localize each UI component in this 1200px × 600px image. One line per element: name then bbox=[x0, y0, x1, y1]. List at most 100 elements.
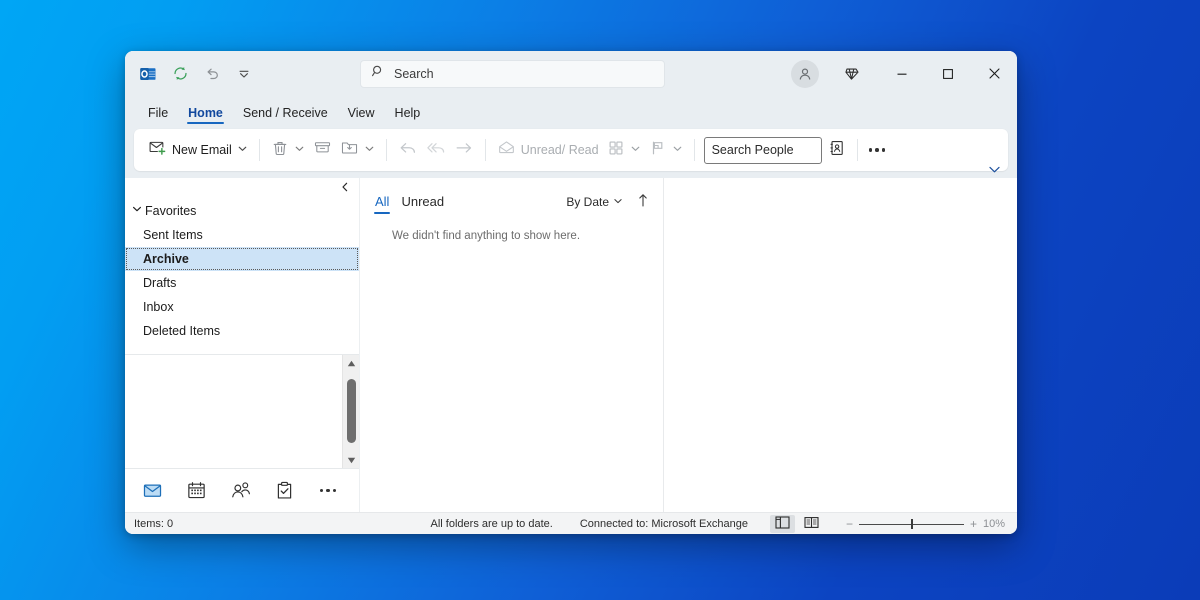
normal-view-button[interactable] bbox=[769, 514, 795, 533]
new-email-chevron-down-icon[interactable] bbox=[237, 141, 248, 159]
ribbon: New Email Unread/ Read Search People bbox=[134, 129, 1008, 173]
close-button[interactable] bbox=[971, 51, 1017, 96]
reply-button[interactable] bbox=[394, 134, 422, 166]
flag-button[interactable] bbox=[645, 134, 687, 166]
module-nav-bar bbox=[125, 468, 359, 512]
categorize-button[interactable] bbox=[603, 134, 645, 166]
scrollbar-thumb[interactable] bbox=[346, 379, 356, 443]
ellipsis-icon bbox=[319, 488, 337, 493]
send-receive-sync-icon[interactable] bbox=[166, 60, 194, 88]
empty-list-message: We didn't find anything to show here. bbox=[392, 230, 581, 242]
customize-quick-access-toolbar-icon[interactable] bbox=[230, 60, 258, 88]
message-list-pane: All Unread By Date We didn't find anythi… bbox=[360, 178, 664, 512]
ellipsis-icon bbox=[868, 148, 886, 152]
flag-icon bbox=[649, 139, 667, 162]
delete-chevron-down-icon[interactable] bbox=[294, 141, 305, 159]
delete-trash-icon bbox=[271, 139, 289, 162]
nav-calendar[interactable] bbox=[184, 479, 208, 503]
undo-icon[interactable] bbox=[198, 60, 226, 88]
tab-home[interactable]: Home bbox=[179, 106, 232, 125]
ribbon-tab-bar: File Home Send / Receive View Help bbox=[125, 96, 1017, 124]
folder-pane-collapse-row bbox=[125, 178, 359, 200]
more-options-button[interactable] bbox=[865, 134, 890, 166]
reading-view-icon bbox=[804, 516, 819, 532]
sort-ascending-arrow-icon[interactable] bbox=[637, 193, 649, 212]
search-people-input[interactable]: Search People bbox=[703, 136, 822, 164]
folder-item-sent-items[interactable]: Sent Items bbox=[125, 223, 359, 247]
items-count-label: Items: 0 bbox=[134, 517, 174, 530]
sort-chevron-down-icon bbox=[613, 195, 623, 209]
zoom-out-button[interactable]: − bbox=[846, 518, 853, 530]
archive-box-icon bbox=[313, 138, 332, 162]
outlook-application-window: Search File Home Send / Receive View Hel… bbox=[125, 51, 1017, 534]
categorize-grid-icon bbox=[607, 139, 625, 162]
archive-button[interactable] bbox=[309, 134, 336, 166]
global-search[interactable]: Search bbox=[360, 59, 665, 88]
folder-item-archive[interactable]: Archive bbox=[125, 247, 359, 271]
nav-mail[interactable] bbox=[140, 479, 164, 503]
maximize-button[interactable] bbox=[925, 51, 971, 96]
flag-chevron-down-icon[interactable] bbox=[672, 141, 683, 159]
reply-all-button[interactable] bbox=[422, 134, 450, 166]
forward-arrow-icon bbox=[454, 138, 474, 163]
categorize-chevron-down-icon[interactable] bbox=[630, 141, 641, 159]
move-button[interactable] bbox=[336, 134, 379, 166]
diamond-icon[interactable] bbox=[837, 60, 865, 88]
desktop-wallpaper: Search File Home Send / Receive View Hel… bbox=[0, 0, 1200, 600]
title-bar: Search bbox=[125, 51, 1017, 96]
collapse-ribbon-button[interactable] bbox=[987, 162, 1002, 182]
ribbon-separator bbox=[385, 139, 387, 161]
zoom-control: − + 10% bbox=[846, 518, 1009, 530]
folder-item-deleted-items[interactable]: Deleted Items bbox=[125, 319, 359, 343]
connection-status-label: Connected to: Microsoft Exchange bbox=[579, 517, 748, 530]
delete-button[interactable] bbox=[267, 134, 309, 166]
nav-tasks[interactable] bbox=[272, 479, 296, 503]
unread-read-label: Unread/ Read bbox=[520, 143, 599, 157]
unread-read-button[interactable]: Unread/ Read bbox=[493, 134, 603, 166]
status-bar: Items: 0 All folders are up to date. Con… bbox=[125, 512, 1017, 534]
ribbon-separator bbox=[484, 139, 486, 161]
tab-view[interactable]: View bbox=[339, 106, 384, 125]
search-people-placeholder: Search People bbox=[711, 143, 794, 157]
favorites-chevron-down-icon bbox=[131, 203, 143, 218]
scroll-up-arrow-icon[interactable] bbox=[343, 355, 360, 371]
tab-file[interactable]: File bbox=[139, 106, 177, 125]
nav-more[interactable] bbox=[316, 479, 340, 503]
sort-by-dropdown[interactable]: By Date bbox=[566, 195, 623, 209]
account-avatar-icon[interactable] bbox=[791, 59, 819, 88]
filter-tab-unread[interactable]: Unread bbox=[395, 195, 450, 214]
minimize-button[interactable] bbox=[879, 51, 925, 96]
folder-item-inbox[interactable]: Inbox bbox=[125, 295, 359, 319]
scrollbar-track[interactable] bbox=[343, 371, 360, 452]
search-input[interactable]: Search bbox=[360, 59, 665, 88]
window-controls-group bbox=[791, 51, 1017, 96]
address-book-button[interactable] bbox=[824, 134, 850, 166]
folder-pane-scrollbar[interactable] bbox=[342, 355, 359, 468]
sync-status-label: All folders are up to date. bbox=[430, 517, 553, 530]
ribbon-separator bbox=[856, 139, 858, 161]
zoom-slider[interactable] bbox=[858, 518, 964, 529]
zoom-level-label: 10% bbox=[983, 517, 1006, 530]
reading-pane bbox=[664, 178, 1017, 512]
outlook-logo-icon bbox=[134, 60, 162, 88]
move-chevron-down-icon[interactable] bbox=[364, 141, 375, 159]
favorites-label: Favorites bbox=[145, 203, 197, 218]
favorites-group-header[interactable]: Favorites bbox=[125, 200, 359, 221]
new-email-button[interactable]: New Email bbox=[144, 134, 252, 166]
forward-button[interactable] bbox=[450, 134, 478, 166]
reading-view-button[interactable] bbox=[799, 515, 824, 533]
message-list-filter-tabs: All Unread By Date bbox=[360, 192, 663, 216]
zoom-in-button[interactable]: + bbox=[970, 518, 977, 530]
zoom-slider-handle[interactable] bbox=[911, 518, 914, 529]
chevron-left-icon[interactable] bbox=[339, 180, 351, 198]
nav-people[interactable] bbox=[228, 479, 252, 503]
tab-send-receive[interactable]: Send / Receive bbox=[234, 106, 337, 125]
scroll-down-arrow-icon[interactable] bbox=[343, 452, 360, 468]
filter-tab-all[interactable]: All bbox=[369, 195, 395, 214]
ribbon-container: New Email Unread/ Read Search People bbox=[125, 124, 1017, 178]
folder-item-drafts[interactable]: Drafts bbox=[125, 271, 359, 295]
tab-help[interactable]: Help bbox=[386, 106, 430, 125]
quick-access-toolbar bbox=[125, 60, 258, 88]
new-email-icon bbox=[148, 138, 167, 162]
ribbon-separator bbox=[258, 139, 260, 161]
